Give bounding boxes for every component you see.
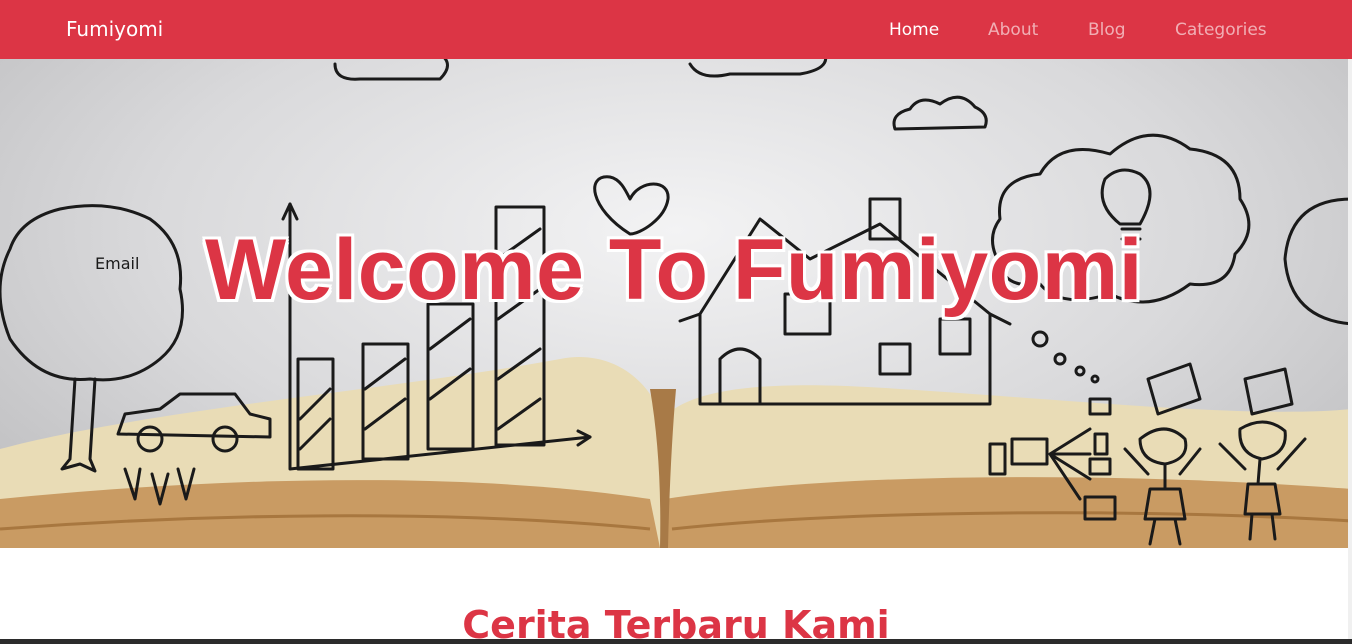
bottom-edge-bar bbox=[0, 639, 1352, 644]
top-navbar: Fumiyomi Home About Blog Categories bbox=[0, 0, 1352, 59]
nav-links: Home About Blog Categories bbox=[0, 0, 1352, 59]
hero-title-text: Welcome To Fumiyomi bbox=[204, 222, 1144, 318]
nav-link-about[interactable]: About bbox=[988, 20, 1038, 40]
cloud-doodle-center bbox=[688, 59, 828, 78]
scrollbar[interactable] bbox=[1348, 59, 1352, 644]
section-title: Cerita Terbaru Kami bbox=[462, 603, 890, 644]
cloud-doodle-small bbox=[892, 95, 988, 131]
nav-link-blog[interactable]: Blog bbox=[1088, 20, 1126, 40]
hero-title: Welcome To Fumiyomi bbox=[0, 221, 1352, 320]
hero-banner: Email Welcome To Fumiyomi bbox=[0, 59, 1352, 548]
nav-link-categories[interactable]: Categories bbox=[1175, 20, 1267, 40]
cloud-doodle-left bbox=[333, 59, 449, 81]
nav-link-home[interactable]: Home bbox=[889, 20, 939, 40]
